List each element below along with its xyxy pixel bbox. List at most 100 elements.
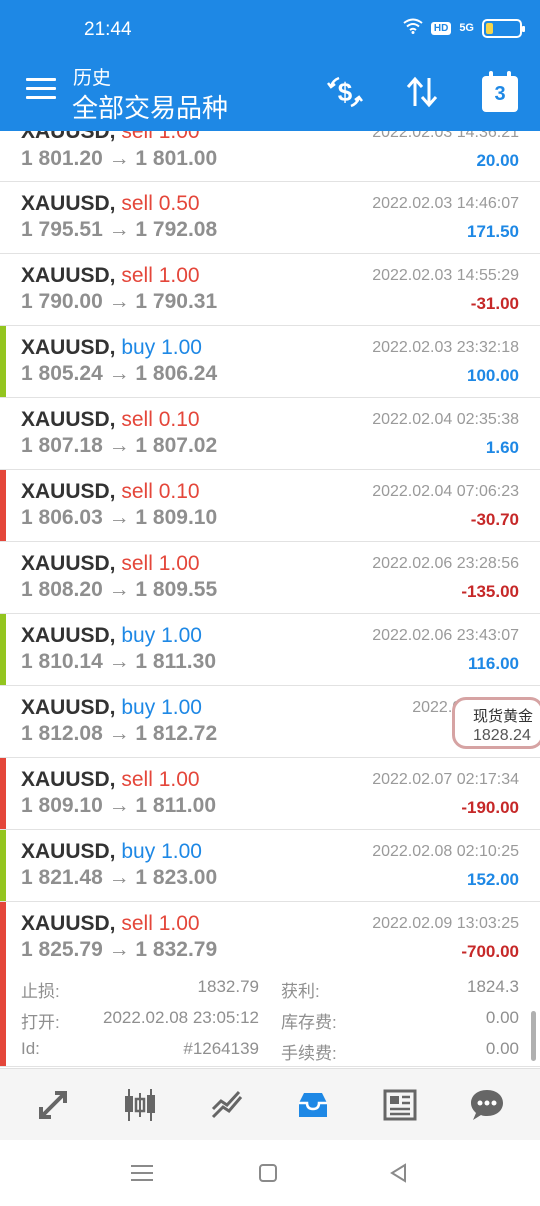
home-button[interactable] [259,1164,277,1182]
trade-row[interactable]: XAUUSD, sell 1.00 1 801.20 → 1 801.00 2022… [0,131,540,182]
trade-symbol: XAUUSD, [21,624,116,647]
trade-title: XAUUSD, sell 1.00 [21,912,200,936]
trade-prices: 1 807.18 → 1 807.02 [21,434,218,457]
trade-row[interactable]: XAUUSD, sell 0.10 1 807.18 → 1 807.02 2022… [0,398,540,470]
calendar-day: 3 [482,71,518,112]
trade-row[interactable]: XAUUSD, sell 1.00 1 809.10 → 1 811.00 2022… [0,758,540,830]
trade-side: sell [121,408,153,431]
trade-details: 止损: 1832.79 获利: 1824.3 打开: 2022.02.08 23:05:1… [21,974,519,1067]
trade-side: sell [121,192,153,215]
bottom-nav [0,1068,540,1140]
trade-date: 2022.02.06 23:28:56 [372,555,519,572]
dollar-exchange-icon[interactable]: $ [325,72,365,112]
side-marker [0,758,6,829]
trade-prices: 1 806.03 → 1 809.10 [21,506,218,529]
trade-side: buy [121,696,156,719]
trade-row[interactable]: XAUUSD, sell 1.00 1 808.20 → 1 809.55 2022… [0,542,540,614]
trade-profit: 100.00 [467,366,519,385]
swap-value: 0.00 [485,1008,519,1027]
trade-profit: -190.00 [461,798,519,817]
trade-row[interactable]: XAUUSD, sell 1.00 1 825.79 → 1 832.79 2022… [0,902,540,1067]
trade-profit: 1.60 [485,438,519,457]
quote-bubble[interactable]: 现货黄金 1828.24 [452,697,540,749]
trade-symbol: XAUUSD, [21,696,116,719]
trade-icon[interactable] [202,1080,252,1130]
trade-row[interactable]: XAUUSD, buy 1.00 1 821.48 → 1 823.00 2022.… [0,830,540,902]
status-icons: HD 5G [403,18,525,38]
quotes-icon[interactable] [28,1080,78,1130]
page-title[interactable]: 全部交易品种 [72,88,228,125]
trade-title: XAUUSD, sell 1.00 [21,768,200,792]
trade-profit: -30.70 [470,510,519,529]
trade-title: XAUUSD, sell 1.00 [21,264,200,288]
trade-title: XAUUSD, sell 0.50 [21,192,200,216]
trade-prices: 1 812.08 → 1 812.72 [21,722,218,745]
trade-volume: 1.00 [158,131,200,143]
svg-text:$: $ [338,77,353,107]
trade-volume: 1.00 [161,840,202,863]
trade-title: XAUUSD, buy 1.00 [21,336,202,360]
trade-row[interactable]: XAUUSD, buy 1.00 1 805.24 → 1 806.24 2022.… [0,326,540,398]
battery-icon [482,18,525,38]
side-marker [0,326,6,397]
calendar-icon[interactable]: 3 [480,71,520,112]
trade-side: buy [121,336,156,359]
signal-icon: 5G [459,22,474,34]
quote-price: 1828.24 [473,727,531,744]
sort-icon[interactable] [402,72,442,112]
trade-row[interactable]: XAUUSD, sell 1.00 1 790.00 → 1 790.31 2022… [0,254,540,326]
trade-prices: 1 795.51 → 1 792.08 [21,218,218,241]
trade-prices: 1 801.20 → 1 801.00 [21,147,218,170]
trade-history-list[interactable]: XAUUSD, sell 1.00 1 801.20 → 1 801.00 2022… [0,131,540,1068]
trade-prices: 1 808.20 → 1 809.55 [21,578,218,601]
status-bar: 21:44 HD 5G [0,0,540,56]
trade-volume: 0.10 [158,480,200,503]
page-subtitle: 历史 [73,68,112,89]
system-nav [0,1140,540,1206]
trade-row[interactable]: XAUUSD, sell 0.10 1 806.03 → 1 809.10 2022… [0,470,540,542]
trade-symbol: XAUUSD, [21,480,116,503]
trade-volume: 1.00 [158,768,200,791]
trade-title: XAUUSD, sell 0.10 [21,408,200,432]
chat-icon[interactable] [462,1080,512,1130]
trade-date: 2022.02.04 07:06:23 [372,483,519,500]
trade-date: 2022.02.03 14:55:29 [372,267,519,284]
history-icon[interactable] [288,1080,338,1130]
recent-apps-button[interactable] [129,1160,155,1186]
menu-button[interactable] [26,78,56,100]
trade-title: XAUUSD, sell 1.00 [21,552,200,576]
trade-date: 2022.02.03 23:32:18 [372,339,519,356]
trade-side: sell [121,912,153,935]
trade-row[interactable]: XAUUSD, sell 0.50 1 795.51 → 1 792.08 2022… [0,182,540,254]
status-time: 21:44 [84,19,132,40]
trade-volume: 1.00 [158,912,200,935]
side-marker [0,830,6,901]
trade-title: XAUUSD, sell 1.00 [21,131,200,144]
trade-date: 2022.02.03 14:36:21 [372,131,519,141]
trade-row[interactable]: XAUUSD, buy 1.00 1 810.14 → 1 811.30 2022.… [0,614,540,686]
scrollbar[interactable] [531,1011,536,1061]
id-value: #1264139 [183,1039,259,1058]
trade-date: 2022.02.03 14:46:07 [372,195,519,212]
news-icon[interactable] [375,1080,425,1130]
trade-symbol: XAUUSD, [21,768,116,791]
trade-volume: 1.00 [158,552,200,575]
trade-volume: 1.00 [158,264,200,287]
trade-prices: 1 810.14 → 1 811.30 [21,650,216,673]
chart-icon[interactable] [115,1080,165,1130]
trade-side: sell [121,480,153,503]
trade-profit: 116.00 [467,654,519,673]
trade-volume: 1.00 [161,696,202,719]
side-marker [0,902,6,1066]
trade-symbol: XAUUSD, [21,840,116,863]
trade-volume: 1.00 [161,624,202,647]
trade-side: sell [121,131,153,143]
trade-date: 2022.02.07 02:17:34 [372,771,519,788]
back-button[interactable] [388,1162,414,1188]
open-value: 2022.02.08 23:05:12 [103,1008,259,1027]
trade-symbol: XAUUSD, [21,264,116,287]
trade-symbol: XAUUSD, [21,552,116,575]
network-label: 5G [459,22,474,34]
side-marker [0,614,6,685]
trade-date: 2022.02.06 23:43:07 [372,627,519,644]
